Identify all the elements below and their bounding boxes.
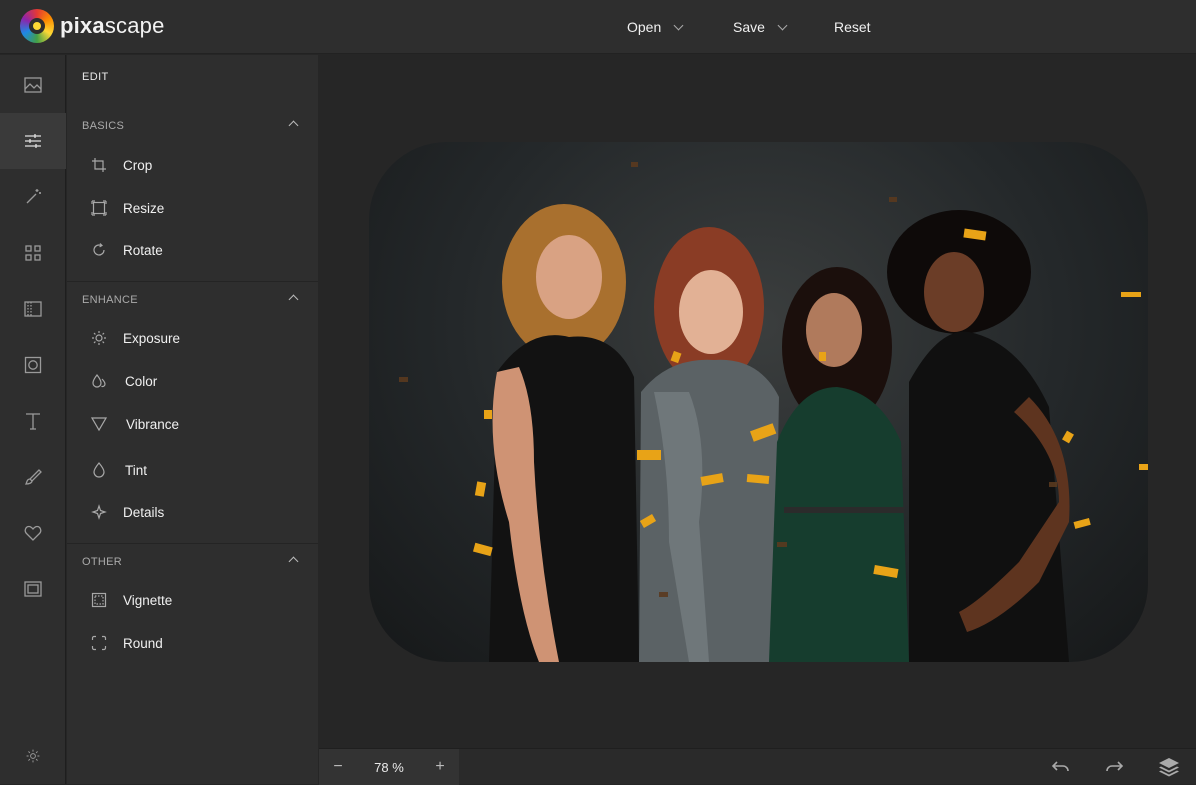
photo-content [399, 162, 1148, 662]
tool-resize-label: Resize [123, 200, 165, 216]
edit-panel: EDIT BASICS Crop Resize Rotate ENHANCE E… [67, 55, 318, 784]
rail-textures[interactable] [0, 281, 66, 337]
section-other-header[interactable]: OTHER [67, 547, 318, 577]
reset-button[interactable]: Reset [834, 0, 871, 54]
tool-vignette-label: Vignette [123, 592, 173, 608]
layers-icon[interactable] [1158, 757, 1180, 777]
tool-rotate[interactable]: Rotate [67, 230, 318, 270]
tool-round-label: Round [123, 635, 163, 651]
save-menu-label: Save [733, 19, 765, 35]
section-other-title: OTHER [82, 556, 122, 568]
undo-icon[interactable] [1049, 757, 1071, 777]
magic-wand-icon [26, 189, 41, 204]
settings-icon [26, 749, 40, 763]
details-icon [91, 504, 107, 520]
tool-details[interactable]: Details [67, 492, 318, 532]
chevron-up-icon [288, 294, 299, 305]
section-enhance-title: ENHANCE [82, 294, 138, 306]
tool-details-label: Details [123, 504, 165, 520]
app-logo[interactable]: pixascape [20, 9, 165, 43]
person-4-face [924, 252, 984, 332]
tool-round[interactable]: Round [67, 623, 318, 663]
tool-crop[interactable]: Crop [67, 145, 318, 185]
open-menu-label: Open [627, 19, 662, 35]
tool-rail [0, 55, 66, 784]
image-icon [24, 77, 42, 93]
overlay-icon [24, 581, 42, 597]
grid-icon [25, 245, 41, 261]
rail-draw[interactable] [0, 449, 66, 505]
edited-photo[interactable] [369, 142, 1148, 662]
zoom-level: 78 % [374, 759, 404, 775]
tool-exposure[interactable]: Exposure [67, 318, 318, 358]
tool-rotate-label: Rotate [123, 242, 163, 258]
person-3-belt [784, 507, 904, 513]
drops-icon [92, 374, 106, 388]
bottom-bar: − 78 % + [319, 748, 1196, 785]
drop-icon [93, 462, 105, 478]
sliders-icon [25, 134, 41, 148]
heart-icon [24, 525, 42, 541]
rail-settings[interactable] [0, 731, 66, 781]
open-menu[interactable]: Open [627, 0, 684, 54]
top-bar: pixascape Open Save Reset [0, 0, 1196, 54]
section-divider [67, 281, 318, 282]
crop-icon [92, 158, 106, 172]
vignette-icon [91, 592, 107, 608]
zoom-control: − 78 % + [319, 749, 459, 785]
rail-adjust[interactable] [0, 113, 66, 169]
redo-icon[interactable] [1104, 757, 1126, 777]
triangle-icon [91, 417, 107, 432]
chevron-up-icon [288, 120, 299, 131]
tool-exposure-label: Exposure [123, 330, 181, 346]
rail-stickers[interactable] [0, 505, 66, 561]
person-3-body [769, 387, 909, 662]
rail-frames[interactable] [0, 337, 66, 393]
frame-icon [24, 356, 42, 374]
tool-resize[interactable]: Resize [67, 188, 318, 228]
text-icon [26, 413, 40, 430]
tool-tint-label: Tint [125, 462, 148, 478]
tool-color-label: Color [125, 373, 158, 389]
chevron-down-icon [673, 20, 684, 30]
tool-vignette[interactable]: Vignette [67, 580, 318, 620]
round-corners-icon [91, 635, 107, 651]
tool-vibrance[interactable]: Vibrance [67, 404, 318, 444]
person-1-face [536, 235, 602, 319]
logo-text: pixascape [60, 13, 165, 38]
sun-icon [92, 331, 106, 345]
section-basics-header[interactable]: BASICS [67, 111, 318, 141]
person-3-face [806, 293, 862, 367]
logo-icon [20, 9, 54, 43]
person-2-face [679, 270, 743, 354]
section-divider [67, 543, 318, 544]
panel-title: EDIT [82, 71, 109, 83]
rail-text[interactable] [0, 393, 66, 449]
image-canvas[interactable] [319, 55, 1196, 748]
section-enhance-header[interactable]: ENHANCE [67, 285, 318, 315]
rotate-icon [93, 243, 105, 256]
texture-icon [24, 301, 42, 317]
section-basics-title: BASICS [82, 120, 125, 132]
tool-vibrance-label: Vibrance [126, 416, 180, 432]
tool-color[interactable]: Color [67, 361, 318, 401]
zoom-in-button[interactable]: + [421, 758, 459, 776]
save-menu[interactable]: Save [733, 0, 788, 54]
reset-label: Reset [834, 19, 871, 35]
resize-icon [91, 200, 107, 216]
tool-crop-label: Crop [123, 157, 153, 173]
tool-tint[interactable]: Tint [67, 450, 318, 490]
zoom-out-button[interactable]: − [319, 758, 357, 776]
rail-image[interactable] [0, 57, 66, 113]
rail-collage[interactable] [0, 225, 66, 281]
rail-overlays[interactable] [0, 561, 66, 617]
brush-icon [24, 469, 42, 485]
chevron-up-icon [288, 556, 299, 567]
chevron-down-icon [777, 20, 788, 30]
rail-effects[interactable] [0, 169, 66, 225]
